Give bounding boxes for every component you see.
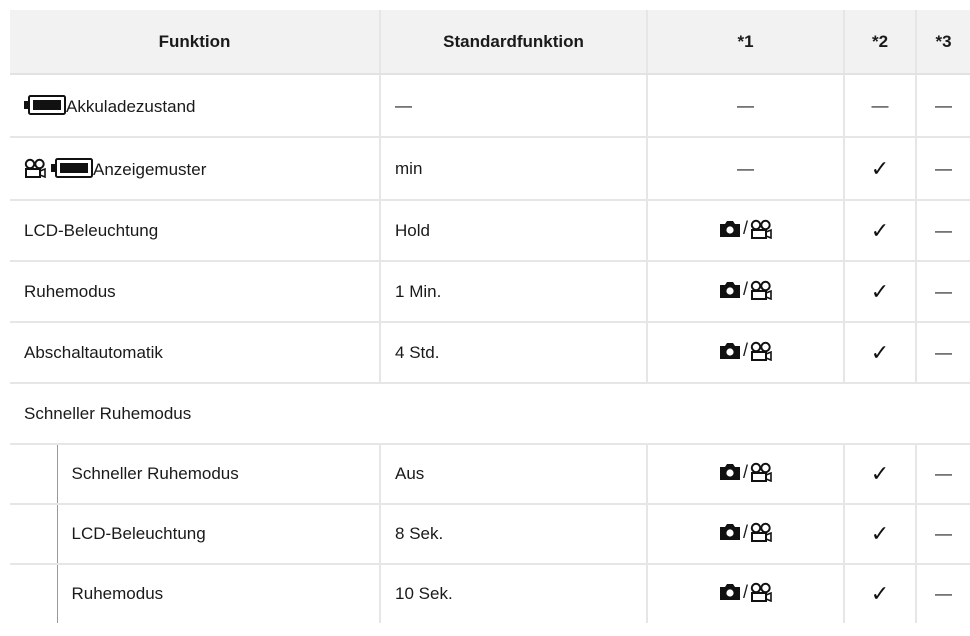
- row-note-3: —: [915, 564, 970, 623]
- table-row: Anzeigemuster min — ✓ —: [10, 137, 970, 201]
- row-note-1: /: [646, 444, 845, 505]
- indent-cell: [10, 504, 57, 565]
- header-note-2: *2: [843, 10, 917, 75]
- camera-movie-mode: /: [719, 522, 772, 543]
- battery-icon: [24, 94, 66, 115]
- row-label: Akkuladezustand: [66, 96, 196, 116]
- row-note-2: —: [843, 74, 917, 138]
- camera-movie-mode: /: [719, 279, 772, 300]
- row-note-1: /: [646, 322, 845, 384]
- row-note-2: ✓: [843, 200, 917, 262]
- header-note-3: *3: [915, 10, 970, 75]
- camera-icon: [720, 342, 740, 359]
- row-note-1: /: [646, 261, 845, 323]
- slash-separator: /: [743, 279, 749, 300]
- row-note-2: ✓: [843, 261, 917, 323]
- table-row: Akkuladezustand — — — —: [10, 74, 970, 138]
- camera-icon: [720, 220, 740, 237]
- row-function: Anzeigemuster: [10, 137, 381, 201]
- row-note-2: ✓: [843, 444, 917, 505]
- row-note-3: —: [915, 444, 970, 505]
- row-note-2: ✓: [843, 564, 917, 623]
- header-note-1: *1: [646, 10, 845, 75]
- row-label: Abschaltautomatik: [10, 322, 381, 384]
- row-label: LCD-Beleuchtung: [10, 200, 381, 262]
- movie-icon: [750, 341, 772, 361]
- group-label: Schneller Ruhemodus: [10, 383, 970, 445]
- row-standard: Aus: [379, 444, 648, 505]
- table-row: LCD-Beleuchtung Hold / ✓ —: [10, 200, 970, 262]
- row-note-3: —: [915, 504, 970, 565]
- movie-icon: [750, 219, 772, 239]
- camera-icon: [720, 281, 740, 298]
- camera-icon: [720, 584, 740, 601]
- row-note-3: —: [915, 200, 970, 262]
- row-standard: 10 Sek.: [379, 564, 648, 623]
- settings-table: Funktion Standardfunktion *1 *2 *3 Akkul…: [10, 10, 970, 623]
- slash-separator: /: [743, 340, 749, 361]
- row-note-3: —: [915, 137, 970, 201]
- movie-icon: [750, 463, 772, 483]
- battery-icon: [51, 157, 93, 178]
- movie-icon: [750, 523, 772, 543]
- row-function: Akkuladezustand: [10, 74, 381, 138]
- row-label: Schneller Ruhemodus: [56, 444, 381, 505]
- camera-movie-mode: /: [719, 218, 772, 239]
- indent-cell: [10, 444, 57, 505]
- row-note-3: —: [915, 74, 970, 138]
- row-note-2: ✓: [843, 322, 917, 384]
- table-row: LCD-Beleuchtung 8 Sek. / ✓ —: [10, 504, 970, 565]
- row-standard: 4 Std.: [379, 322, 648, 384]
- group-header-row: Schneller Ruhemodus: [10, 383, 970, 445]
- camera-icon: [720, 524, 740, 541]
- camera-icon: [720, 464, 740, 481]
- movie-icon: [24, 158, 46, 178]
- row-note-1: —: [646, 74, 845, 138]
- row-standard: min: [379, 137, 648, 201]
- row-note-3: —: [915, 261, 970, 323]
- camera-movie-mode: /: [719, 582, 772, 603]
- camera-movie-mode: /: [719, 462, 772, 483]
- header-funktion: Funktion: [10, 10, 381, 75]
- movie-icon: [750, 583, 772, 603]
- row-standard: 8 Sek.: [379, 504, 648, 565]
- row-note-1: /: [646, 504, 845, 565]
- slash-separator: /: [743, 581, 749, 602]
- row-standard: 1 Min.: [379, 261, 648, 323]
- row-note-2: ✓: [843, 504, 917, 565]
- row-label: Anzeigemuster: [93, 159, 207, 179]
- table-row: Ruhemodus 1 Min. / ✓ —: [10, 261, 970, 323]
- table-row: Schneller Ruhemodus Aus / ✓ —: [10, 444, 970, 505]
- camera-movie-mode: /: [719, 340, 772, 361]
- table-header-row: Funktion Standardfunktion *1 *2 *3: [10, 10, 970, 75]
- indent-cell: [10, 564, 57, 623]
- slash-separator: /: [743, 461, 749, 482]
- row-note-1: /: [646, 200, 845, 262]
- slash-separator: /: [743, 521, 749, 542]
- table-row: Abschaltautomatik 4 Std. / ✓ —: [10, 322, 970, 384]
- row-note-1: /: [646, 564, 845, 623]
- row-note-2: ✓: [843, 137, 917, 201]
- slash-separator: /: [743, 218, 749, 239]
- row-standard: Hold: [379, 200, 648, 262]
- movie-icon: [750, 280, 772, 300]
- header-standardfunktion: Standardfunktion: [379, 10, 648, 75]
- table-row: Ruhemodus 10 Sek. / ✓ —: [10, 564, 970, 623]
- row-label: Ruhemodus: [10, 261, 381, 323]
- row-note-1: —: [646, 137, 845, 201]
- row-label: Ruhemodus: [56, 564, 381, 623]
- row-note-3: —: [915, 322, 970, 384]
- row-standard: —: [379, 74, 648, 138]
- row-label: LCD-Beleuchtung: [56, 504, 381, 565]
